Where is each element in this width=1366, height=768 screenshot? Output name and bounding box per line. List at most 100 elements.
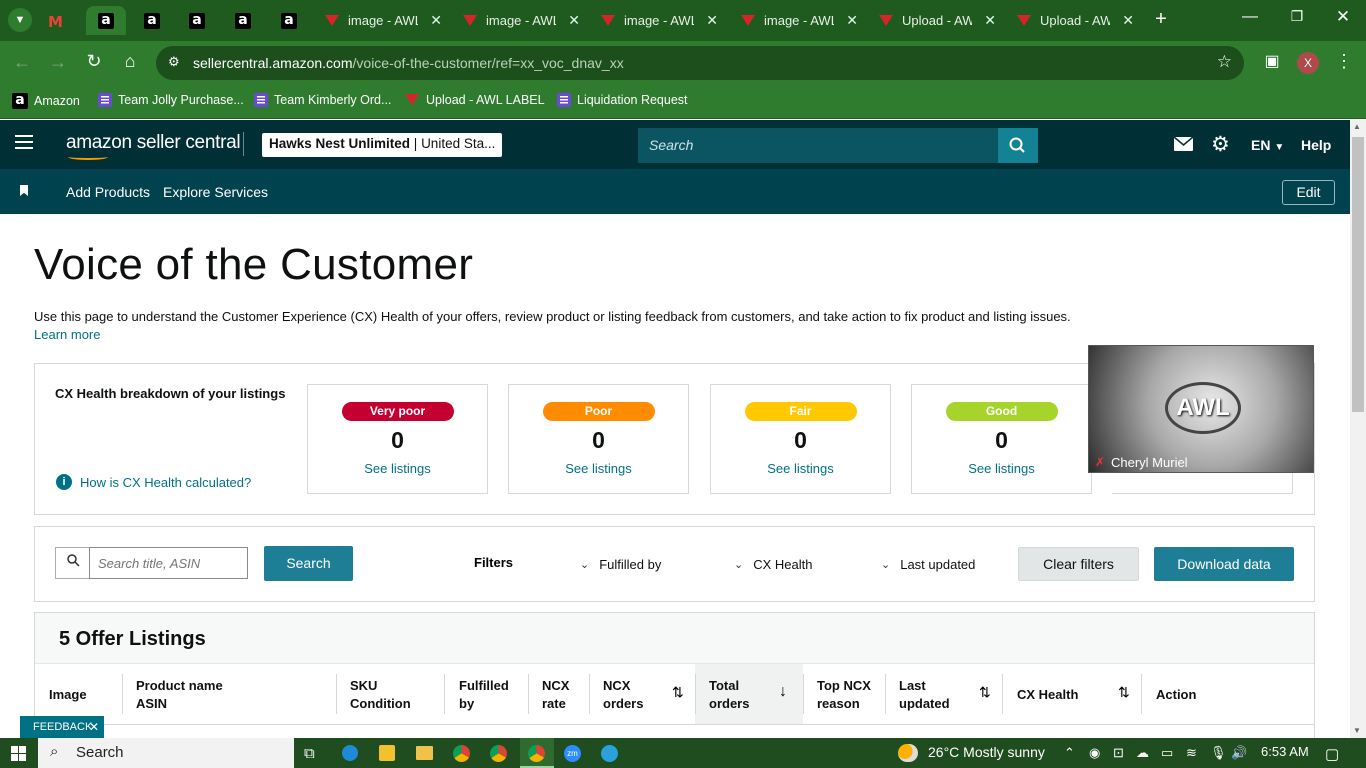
download-data-button[interactable]: Download data: [1154, 547, 1294, 581]
hamburger-menu-icon[interactable]: [15, 135, 33, 149]
tab-awl[interactable]: image - AWL ✕: [462, 6, 590, 35]
scrollbar-thumb[interactable]: [1352, 137, 1364, 412]
new-tab-icon[interactable]: +: [1149, 8, 1173, 31]
scroll-down-icon[interactable]: ▼: [1353, 726, 1361, 735]
cx-help-link[interactable]: i How is CX Health calculated?: [56, 474, 251, 490]
sort-icon[interactable]: ⇅: [979, 684, 991, 701]
language-selector[interactable]: EN ▼: [1251, 137, 1284, 153]
cloud-icon[interactable]: ☁: [1136, 745, 1149, 761]
tab-amazon-active[interactable]: a: [86, 6, 126, 35]
chrome-active-task[interactable]: [520, 738, 554, 768]
see-listings-link[interactable]: See listings: [711, 461, 890, 476]
nav-add-products[interactable]: Add Products: [66, 184, 150, 200]
site-info-icon[interactable]: ⚙: [168, 54, 180, 70]
close-icon[interactable]: ✕: [984, 12, 996, 29]
reload-icon[interactable]: ↻: [82, 51, 106, 72]
see-listings-link[interactable]: See listings: [308, 461, 487, 476]
filter-last-updated[interactable]: ⌄ Last updated: [881, 557, 975, 572]
volume-icon[interactable]: 🔊: [1231, 745, 1247, 761]
clock[interactable]: 6:53 AM: [1261, 744, 1309, 759]
store-icon[interactable]: [379, 745, 395, 761]
profile-avatar[interactable]: X: [1297, 52, 1319, 74]
tab-awl[interactable]: Upload - AW ✕: [878, 6, 1006, 35]
bookmark-liquidation[interactable]: Liquidation Request: [557, 93, 688, 107]
minimize-icon[interactable]: —: [1238, 8, 1262, 26]
side-panel-icon[interactable]: ▣: [1260, 51, 1284, 71]
menu-kebab-icon[interactable]: ⋮: [1332, 51, 1356, 72]
close-icon[interactable]: ✕: [430, 12, 442, 29]
tab-amazon[interactable]: a: [144, 6, 164, 35]
close-icon[interactable]: ✕: [568, 12, 580, 29]
sort-icon[interactable]: ⇅: [672, 684, 684, 701]
back-icon[interactable]: ←: [10, 52, 34, 73]
home-icon[interactable]: ⌂: [118, 51, 142, 72]
listing-search-input[interactable]: [89, 547, 248, 579]
windows-start-icon[interactable]: [11, 746, 26, 761]
wifi-icon[interactable]: ≋: [1186, 745, 1197, 761]
bookmark-icon[interactable]: [20, 185, 28, 196]
taskbar-search[interactable]: ⌕ Search: [38, 738, 294, 768]
weather-icon[interactable]: [898, 744, 918, 762]
meet-icon[interactable]: ⊡: [1113, 745, 1124, 761]
clear-filters-button[interactable]: Clear filters: [1018, 547, 1139, 581]
mail-icon[interactable]: [1173, 136, 1194, 151]
bookmark-amazon[interactable]: a Amazon: [12, 93, 80, 109]
col-total-orders[interactable]: Total orders: [709, 677, 749, 713]
store-selector[interactable]: Hawks Nest Unlimited | United Sta...: [262, 133, 502, 157]
zoom-icon[interactable]: zm: [564, 745, 581, 762]
video-call-tile[interactable]: AWL ✗ Cheryl Muriel: [1088, 345, 1314, 473]
bookmark-upload-awl[interactable]: Upload - AWL LABEL: [404, 93, 545, 107]
close-icon[interactable]: ✕: [89, 716, 99, 738]
sort-descending-icon[interactable]: ↓: [779, 683, 787, 701]
settings-gear-icon[interactable]: ⚙: [1211, 132, 1230, 157]
feedback-tab[interactable]: FEEDBACK ✕: [20, 716, 104, 738]
see-listings-link[interactable]: See listings: [912, 461, 1091, 476]
close-icon[interactable]: ✕: [1122, 12, 1134, 29]
filter-fulfilled-by[interactable]: ⌄ Fulfilled by: [580, 557, 661, 572]
tab-awl[interactable]: Upload - AW ✕: [1016, 6, 1144, 35]
microphone-icon[interactable]: 🎙: [1210, 745, 1227, 761]
bookmark-star-icon[interactable]: ☆: [1217, 52, 1232, 72]
chevron-up-icon[interactable]: ⌃: [1064, 745, 1075, 761]
col-cx-health[interactable]: CX Health: [1017, 686, 1078, 704]
edge-icon[interactable]: [342, 745, 358, 761]
tab-gmail[interactable]: M: [48, 6, 78, 35]
filter-cx-health[interactable]: ⌄ CX Health: [734, 557, 812, 572]
tab-amazon[interactable]: a: [189, 6, 209, 35]
seller-search-input[interactable]: Search: [638, 128, 998, 163]
col-ncx-orders[interactable]: NCX orders: [603, 677, 643, 713]
task-view-icon[interactable]: ⧉: [304, 745, 315, 762]
seller-central-logo[interactable]: amazon seller central: [66, 132, 241, 160]
close-window-icon[interactable]: ✕: [1331, 7, 1355, 27]
forward-icon[interactable]: →: [46, 52, 70, 73]
folder-icon[interactable]: [416, 746, 433, 760]
scroll-up-icon[interactable]: ▲: [1353, 122, 1361, 131]
col-last-updated[interactable]: Last updated: [899, 677, 950, 713]
close-icon[interactable]: ✕: [706, 12, 718, 29]
seller-search-button[interactable]: [998, 128, 1038, 163]
tab-amazon[interactable]: a: [281, 6, 301, 35]
see-listings-link[interactable]: See listings: [509, 461, 688, 476]
weather-text[interactable]: 26°C Mostly sunny: [928, 744, 1045, 760]
close-icon[interactable]: ✕: [846, 12, 858, 29]
notifications-icon[interactable]: ▢: [1325, 745, 1339, 763]
tab-awl[interactable]: image - AWL ✕: [740, 6, 868, 35]
edit-nav-button[interactable]: Edit: [1282, 180, 1335, 205]
tab-amazon[interactable]: a: [235, 6, 255, 35]
restore-icon[interactable]: ❐: [1285, 8, 1309, 25]
chrome-icon[interactable]: [453, 745, 470, 762]
bookmark-team-kimberly[interactable]: Team Kimberly Ord...: [254, 93, 391, 107]
tab-awl[interactable]: image - AWL ✕: [324, 6, 452, 35]
help-link[interactable]: Help: [1301, 137, 1331, 153]
nav-explore-services[interactable]: Explore Services: [163, 184, 268, 200]
tab-awl[interactable]: image - AWL ✕: [600, 6, 728, 35]
battery-icon[interactable]: ▭: [1161, 745, 1173, 761]
sort-icon[interactable]: ⇅: [1118, 684, 1130, 701]
bookmark-team-jolly[interactable]: Team Jolly Purchase...: [98, 93, 244, 107]
learn-more-link[interactable]: Learn more: [34, 326, 1071, 344]
search-button[interactable]: Search: [264, 546, 353, 581]
telegram-icon[interactable]: [601, 745, 618, 762]
chrome-icon[interactable]: [490, 745, 507, 762]
tab-search-icon[interactable]: ▼: [8, 8, 32, 32]
record-icon[interactable]: ◉: [1089, 745, 1100, 761]
